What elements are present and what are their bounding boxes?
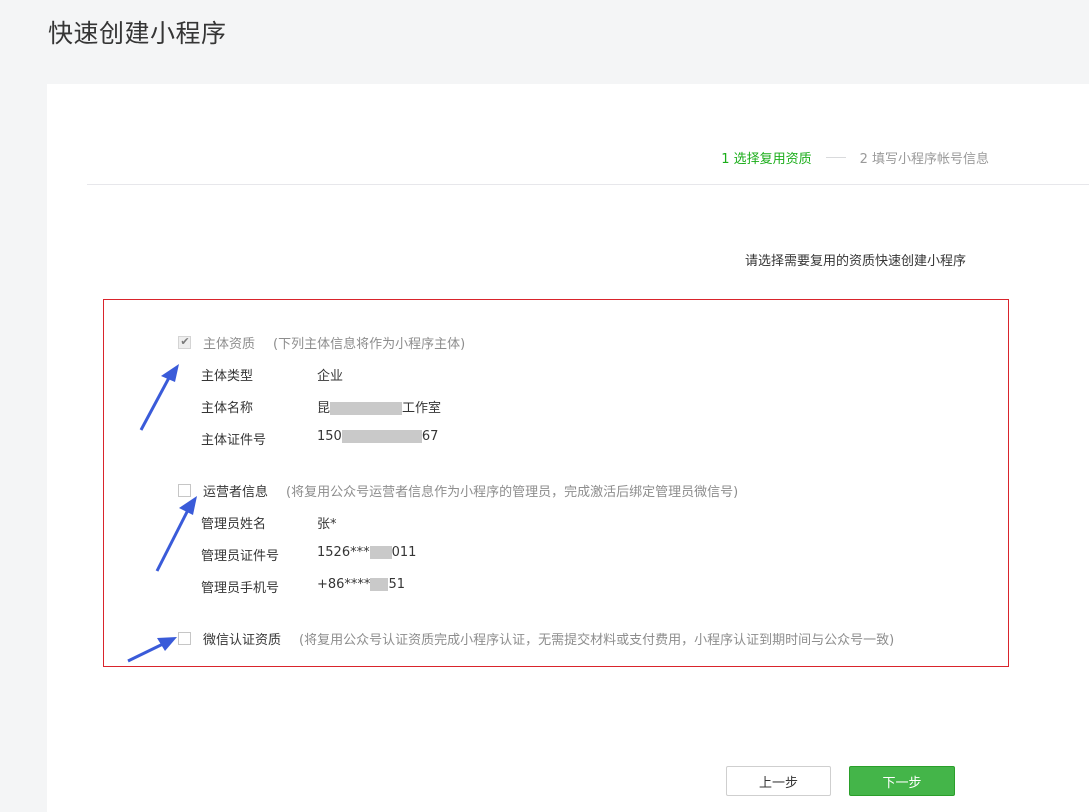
entity-label: 主体资质 [203,337,256,352]
annotation-arrow-icon [127,637,177,663]
wechat-cert-desc: (将复用公众号认证资质完成小程序认证，无需提交材料或支付费用，小程序认证到期时间… [299,633,895,648]
field-row: 主体证件号 150 67 [201,429,438,448]
next-step-button[interactable]: 下一步 [849,766,955,796]
operator-desc: (将复用公众号运营者信息作为小程序的管理员，完成激活后绑定管理员微信号) [286,485,739,500]
redaction-mask [330,402,403,415]
field-row: 管理员手机号 +86**** 51 [201,577,405,596]
field-key: 主体名称 [201,401,254,416]
qualification-options-box: ✔ 主体资质 (下列主体信息将作为小程序主体) 主体类型 企业 主体名称 昆工作… [103,299,1009,667]
field-value: 150 67 [317,429,439,444]
page-title: 快速创建小程序 [48,19,227,48]
field-value: 昆工作室 [317,401,442,416]
check-icon: ✔ [180,335,190,348]
option-wechat-cert[interactable]: 微信认证资质 (将复用公众号认证资质完成小程序认证，无需提交材料或支付费用，小程… [178,629,894,648]
redaction-mask [341,430,422,443]
step-indicator: 1 选择复用资质 2 填写小程序帐号信息 [721,148,989,167]
wechat-cert-checkbox[interactable] [178,632,191,645]
field-key: 主体证件号 [201,433,267,448]
operator-label: 运营者信息 [203,485,269,500]
field-key: 主体类型 [201,369,254,384]
step-2-label: 2 填写小程序帐号信息 [859,152,989,167]
option-operator[interactable]: 运营者信息 (将复用公众号运营者信息作为小程序的管理员，完成激活后绑定管理员微信… [178,481,738,500]
prev-step-button[interactable]: 上一步 [726,766,831,796]
field-row: 主体名称 昆工作室 [201,397,441,416]
instruction-text: 请选择需要复用的资质快速创建小程序 [744,254,966,269]
field-value: 张* [317,517,337,532]
field-row: 管理员证件号 1526*** 011 [201,545,416,564]
field-key: 管理员手机号 [201,581,280,596]
divider [87,184,1089,185]
option-entity[interactable]: ✔ 主体资质 (下列主体信息将作为小程序主体) [178,333,465,352]
field-value: +86**** 51 [317,577,405,592]
field-row: 管理员姓名 张* [201,513,337,532]
step-1-label: 1 选择复用资质 [721,152,812,167]
redaction-mask [369,546,392,559]
redaction-mask [370,578,389,591]
wechat-cert-label: 微信认证资质 [203,633,282,648]
field-row: 主体类型 企业 [201,365,343,384]
field-value: 企业 [317,369,344,384]
field-key: 管理员证件号 [201,549,280,564]
content-card: 1 选择复用资质 2 填写小程序帐号信息 请选择需要复用的资质快速创建小程序 ✔… [47,84,1089,812]
annotation-arrow-icon [139,364,179,431]
entity-desc: (下列主体信息将作为小程序主体) [273,337,466,352]
annotation-arrow-icon [155,496,197,572]
field-value: 1526*** 011 [317,545,417,560]
field-key: 管理员姓名 [201,517,267,532]
step-separator [825,157,846,158]
entity-checkbox[interactable]: ✔ [178,335,191,349]
